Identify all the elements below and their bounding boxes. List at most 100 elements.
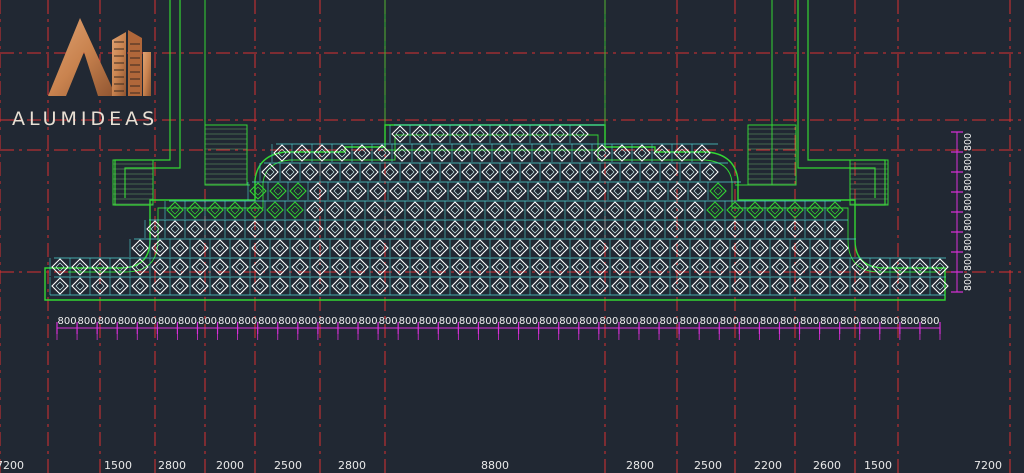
module-dimension-label: 800 (700, 316, 719, 327)
diamond-tile (251, 258, 269, 276)
module-dimension-label: 800 (338, 316, 357, 327)
diamond-tile-inner (190, 224, 200, 234)
diamond-tile (669, 182, 687, 200)
diamond-tile-inner (795, 262, 805, 272)
module-dimension-label: 800 (57, 316, 76, 327)
diamond-tile (111, 258, 129, 276)
diamond-tile-inner (195, 243, 205, 253)
diamond-tile-inner (605, 167, 615, 177)
module-dimension-label: 800 (158, 316, 177, 327)
diamond-tile (551, 258, 569, 276)
module-dimension-label: 800 (178, 316, 197, 327)
diamond-tile (671, 277, 689, 295)
diamond-tile (386, 220, 404, 238)
module-dimension-label: 800 (780, 316, 799, 327)
diamond-tile (529, 182, 547, 200)
diamond-tile (306, 220, 324, 238)
diamond-tile (586, 220, 604, 238)
diamond-tile (411, 239, 429, 257)
diamond-tile (366, 220, 384, 238)
diamond-tile-inner (415, 243, 425, 253)
diamond-tile-inner (55, 281, 65, 291)
diamond-tile-inner (435, 281, 445, 291)
diamond-tile-inner (430, 224, 440, 234)
diamond-tile-inner (695, 262, 705, 272)
diamond-tile-inner (635, 281, 645, 291)
diamond-tile-inner (255, 281, 265, 291)
diamond-tile-inner (810, 205, 820, 215)
diamond-tile (533, 144, 551, 162)
diamond-tile-inner (235, 243, 245, 253)
diamond-tile (811, 277, 829, 295)
diamond-tile-inner (750, 205, 760, 215)
diamond-tile-inner (275, 281, 285, 291)
diamond-tile (491, 239, 509, 257)
diamond-tile (486, 220, 504, 238)
diamond-tile (351, 258, 369, 276)
diamond-tile-inner (55, 262, 65, 272)
diamond-tile (226, 220, 244, 238)
diamond-tile-inner (693, 186, 703, 196)
brand-name: ALUMIDEAS (12, 108, 159, 130)
diamond-tile-inner (475, 243, 485, 253)
diamond-tile (566, 220, 584, 238)
diamond-tile-inner (815, 281, 825, 291)
diamond-tile (831, 258, 849, 276)
diamond-tile (286, 201, 304, 219)
diamond-tile (461, 163, 479, 181)
diamond-tile-inner (710, 205, 720, 215)
axis-dimension-label: 1500 (864, 459, 892, 472)
diamond-tile (411, 277, 429, 295)
diamond-tile (466, 220, 484, 238)
diamond-tile (431, 258, 449, 276)
diamond-tile (651, 239, 669, 257)
diamond-tile (806, 220, 824, 238)
module-dimension-label: 800 (539, 316, 558, 327)
diamond-tile-inner (175, 262, 185, 272)
diamond-tile-inner (555, 129, 565, 139)
diamond-tile (326, 201, 344, 219)
diamond-tile-inner (535, 262, 545, 272)
right-wall-inner (797, 0, 876, 198)
diamond-tile-inner (735, 281, 745, 291)
diamond-tile (731, 239, 749, 257)
diamond-tile-inner (313, 186, 323, 196)
diamond-tile-inner (715, 243, 725, 253)
diamond-tile (751, 258, 769, 276)
diamond-tile (293, 144, 311, 162)
diamond-tile-inner (490, 205, 500, 215)
left-wall-face (204, 0, 250, 186)
diamond-tile (571, 258, 589, 276)
diamond-tile-inner (353, 186, 363, 196)
diamond-tile (826, 201, 844, 219)
diamond-tile (309, 182, 327, 200)
diamond-tile (441, 163, 459, 181)
module-dimension-label: 800 (298, 316, 317, 327)
module-dimension-label: 800 (399, 316, 418, 327)
diamond-tile (381, 163, 399, 181)
diamond-tile (266, 201, 284, 219)
diamond-tile (771, 277, 789, 295)
module-dimension-label: 800 (880, 316, 899, 327)
diamond-tile (473, 144, 491, 162)
axis-dimension-label: 7200 (974, 459, 1002, 472)
diamond-tile (481, 163, 499, 181)
diamond-tile-inner (310, 205, 320, 215)
diamond-tile (269, 182, 287, 200)
diamond-tile-inner (393, 186, 403, 196)
diamond-tile (446, 201, 464, 219)
diamond-tile (541, 163, 559, 181)
axis-dimension-label: 2800 (158, 459, 186, 472)
diamond-tile-inner (715, 262, 725, 272)
axis-dimension-label: 8800 (481, 459, 509, 472)
diamond-tile (231, 277, 249, 295)
diamond-tile-inner (370, 205, 380, 215)
diamond-tile (571, 277, 589, 295)
diamond-tile (531, 258, 549, 276)
axis-dimension-label: 1500 (104, 459, 132, 472)
diamond-tile-inner (935, 281, 945, 291)
cad-drawing-canvas: 800 800 800 800 800 800 800 800 800 800 800 800 800 8… (0, 0, 1024, 473)
diamond-tile-inner (533, 186, 543, 196)
diamond-tile (406, 201, 424, 219)
diamond-tile-inner (630, 205, 640, 215)
